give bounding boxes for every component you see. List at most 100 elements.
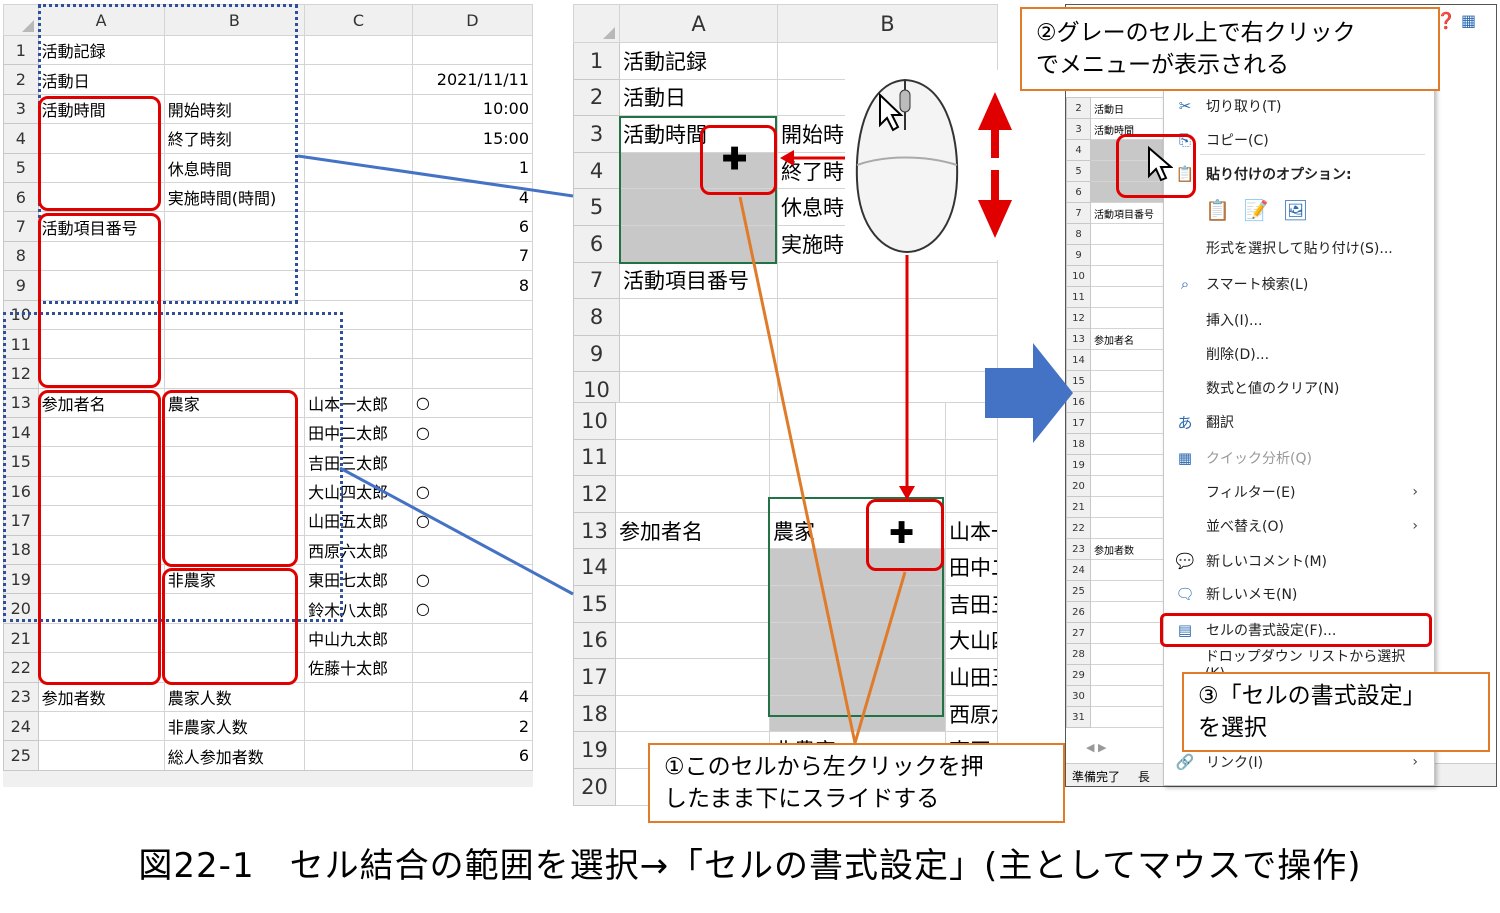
row-header[interactable]: 20 [1066, 475, 1091, 497]
sheet-tab-scroll[interactable]: ◀ ▶ [1086, 741, 1106, 754]
select-all-corner[interactable] [3, 4, 39, 36]
cell-d[interactable] [411, 446, 534, 477]
row-header[interactable]: 8 [573, 298, 620, 336]
cell-d[interactable]: ○ [411, 593, 534, 624]
paste-option-icons[interactable]: 📋📝🖼 [1205, 198, 1322, 222]
cell-b[interactable] [769, 402, 946, 440]
row-header[interactable]: 3 [1066, 118, 1091, 140]
row-header[interactable]: 15 [573, 584, 616, 623]
row-header[interactable]: 19 [1066, 454, 1091, 476]
cell-c[interactable]: 大山四 [945, 621, 998, 660]
cell-c[interactable] [304, 211, 413, 242]
cell-a[interactable] [615, 475, 770, 513]
row-header[interactable]: 7 [3, 211, 39, 242]
row-header[interactable]: 12 [1066, 307, 1091, 329]
row-header[interactable]: 31 [1066, 706, 1091, 728]
menu-item[interactable]: ⌕ スマート検索(L) [1172, 272, 1428, 296]
cell-d[interactable] [411, 652, 534, 683]
cell-b[interactable]: 非農家人数 [163, 710, 306, 742]
cell-c[interactable] [304, 681, 413, 712]
row-header[interactable]: 5 [1066, 160, 1091, 182]
row-header[interactable]: 8 [3, 240, 39, 272]
row-header[interactable]: 1 [573, 42, 620, 80]
menu-item[interactable]: ▦ クイック分析(Q) [1172, 446, 1428, 470]
row-header[interactable]: 4 [1066, 139, 1091, 161]
cell-c[interactable] [945, 438, 998, 477]
cell-a[interactable] [37, 740, 165, 771]
menu-item[interactable]: 💬 新しいコメント(M) [1172, 549, 1428, 573]
row-header[interactable]: 6 [573, 224, 620, 263]
cell-a[interactable] [615, 438, 770, 477]
menu-item[interactable]: ✂ 切り取り(T) [1172, 94, 1428, 118]
row-header[interactable]: 9 [1066, 244, 1091, 266]
cell-c[interactable] [304, 34, 413, 66]
cell-c[interactable] [304, 270, 413, 301]
row-header[interactable]: 19 [573, 731, 616, 769]
row-header[interactable]: 21 [1066, 496, 1091, 518]
row-header[interactable]: 25 [1066, 580, 1091, 602]
row-header[interactable]: 2 [573, 78, 620, 117]
cell-a[interactable]: 参加者名 [615, 511, 770, 550]
cell-a[interactable] [37, 710, 165, 742]
cell-d[interactable] [411, 328, 534, 360]
cell-a[interactable]: 活動項目番号 [619, 261, 778, 300]
row-header[interactable]: 9 [3, 270, 39, 301]
cell-c[interactable]: 佐藤十太郎 [304, 652, 413, 683]
menu-item[interactable]: ⎘ コピー(C) [1172, 128, 1428, 152]
col-header-a[interactable]: A [619, 4, 778, 43]
row-header[interactable]: 14 [573, 548, 616, 586]
cell-d[interactable]: 15:00 [411, 123, 534, 154]
cell-d[interactable]: 8 [411, 270, 534, 301]
select-all-corner[interactable] [573, 4, 620, 43]
cell-d[interactable]: 2 [411, 710, 534, 742]
menu-item[interactable]: フィルター(E) › [1172, 480, 1428, 504]
row-header[interactable]: 12 [573, 475, 616, 513]
cell-c[interactable] [304, 240, 413, 272]
menu-item[interactable]: 形式を選択して貼り付け(S)... [1172, 236, 1428, 260]
cell-d[interactable]: 6 [411, 211, 534, 242]
cell-a[interactable] [615, 621, 770, 660]
row-header[interactable]: 23 [3, 681, 39, 712]
row-header[interactable]: 25 [3, 740, 39, 771]
cell-c[interactable] [304, 710, 413, 742]
cell-c[interactable] [304, 152, 413, 183]
cell-a[interactable] [615, 402, 770, 440]
cell-a[interactable] [615, 548, 770, 586]
row-header[interactable]: 28 [1066, 643, 1091, 665]
cell-d[interactable] [411, 358, 534, 389]
cell-c[interactable]: 山田五 [945, 658, 998, 696]
cell-d[interactable]: ○ [411, 475, 534, 507]
cell-a[interactable] [615, 584, 770, 623]
menu-item[interactable]: 挿入(I)... [1172, 308, 1428, 332]
cell-d[interactable]: 2021/11/11 [411, 64, 534, 95]
row-header[interactable]: 3 [573, 115, 620, 153]
row-header[interactable]: 5 [3, 152, 39, 183]
cell-c[interactable]: 中山九太郎 [304, 622, 413, 654]
row-header[interactable]: 4 [573, 151, 620, 190]
menu-item[interactable]: 数式と値のクリア(N) [1172, 376, 1428, 400]
row-header[interactable]: 11 [573, 438, 616, 477]
cell-b[interactable] [777, 334, 998, 373]
row-header[interactable]: 22 [3, 652, 39, 683]
cell-a[interactable] [619, 334, 778, 373]
cell-d[interactable]: ○ [411, 417, 534, 448]
row-header[interactable]: 7 [1066, 202, 1091, 224]
cell-d[interactable] [411, 622, 534, 654]
row-header[interactable]: 17 [573, 658, 616, 696]
row-header[interactable]: 9 [573, 334, 620, 373]
row-header[interactable]: 26 [1066, 601, 1091, 623]
row-header[interactable]: 10 [1066, 265, 1091, 287]
row-header[interactable]: 5 [573, 188, 620, 226]
cell-c[interactable]: 吉田三 [945, 584, 998, 623]
cell-d[interactable] [411, 34, 534, 66]
cell-a[interactable] [619, 298, 778, 336]
cell-a[interactable]: 活動記録 [619, 42, 778, 80]
row-header[interactable]: 24 [3, 710, 39, 742]
cell-b[interactable]: 農家人数 [163, 681, 306, 712]
cell-c[interactable] [304, 740, 413, 771]
row-header[interactable]: 20 [573, 767, 616, 806]
cell-c[interactable]: 西原六 [945, 694, 998, 733]
row-header[interactable]: 7 [573, 261, 620, 300]
cell-a[interactable] [615, 694, 770, 733]
cell-d[interactable]: 6 [411, 740, 534, 771]
